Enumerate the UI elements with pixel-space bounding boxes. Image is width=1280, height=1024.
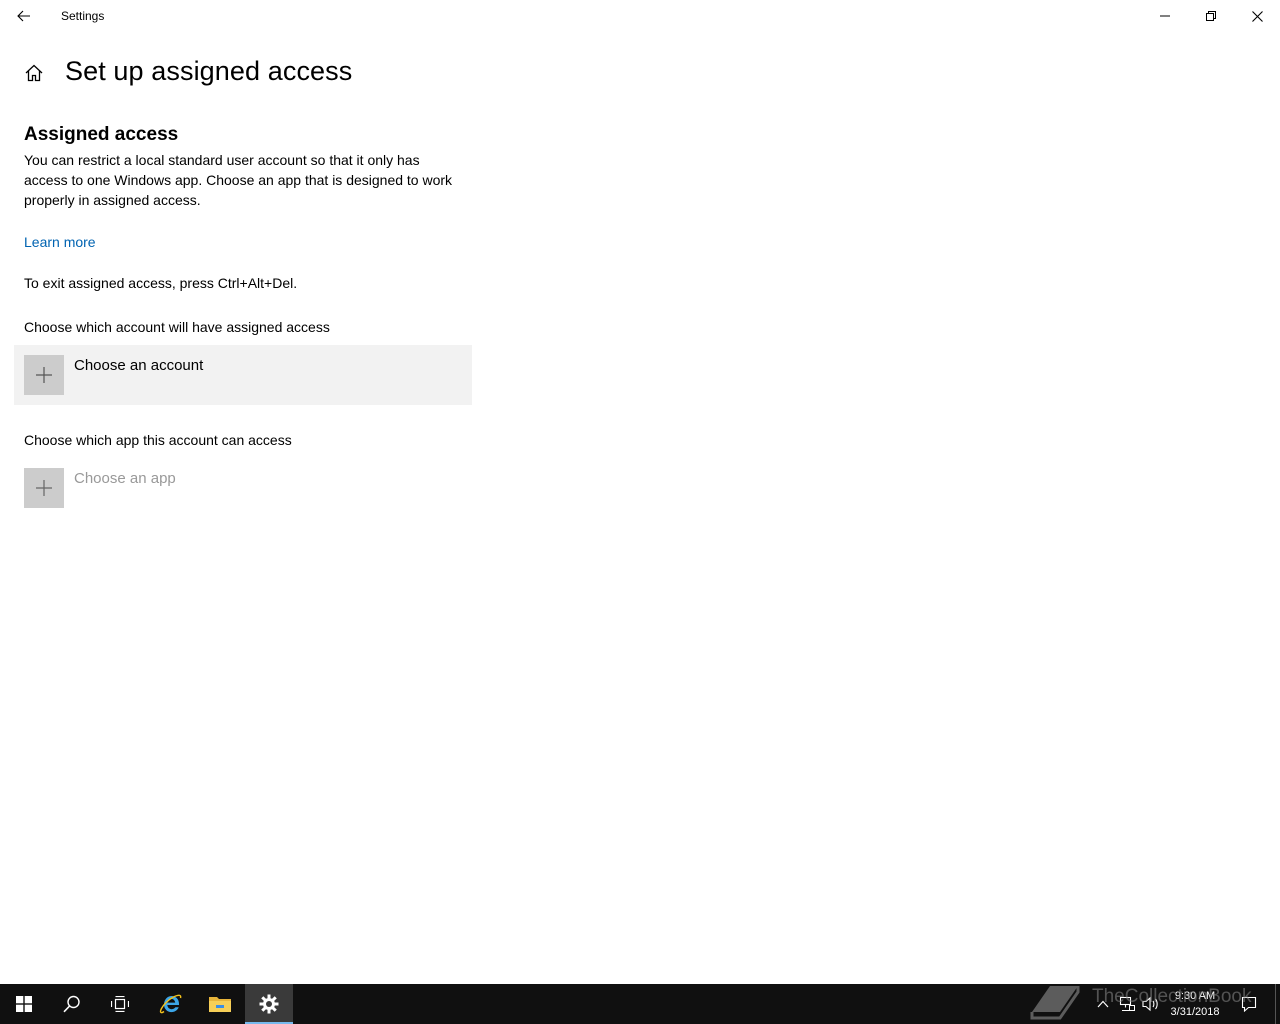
choose-app-button[interactable]: Choose an app — [14, 458, 472, 518]
taskbar-file-explorer[interactable] — [196, 984, 244, 1024]
exit-instructions: To exit assigned access, press Ctrl+Alt+… — [24, 275, 298, 291]
minimize-button[interactable] — [1142, 0, 1188, 32]
page-title: Set up assigned access — [65, 56, 353, 86]
network-button[interactable] — [1116, 984, 1138, 1024]
restore-icon — [1206, 11, 1216, 21]
back-button[interactable] — [0, 0, 48, 32]
show-desktop-button[interactable] — [1275, 984, 1276, 1024]
task-view-button[interactable] — [96, 984, 144, 1024]
clock-date: 3/31/2018 — [1170, 1006, 1220, 1018]
search-button[interactable] — [48, 984, 96, 1024]
chevron-up-icon — [1097, 1000, 1109, 1008]
plus-icon — [36, 367, 52, 383]
add-account-tile — [24, 355, 64, 395]
taskbar-settings[interactable] — [245, 984, 293, 1024]
add-app-tile — [24, 468, 64, 508]
notification-icon — [1241, 996, 1257, 1012]
section-title: Assigned access — [24, 124, 179, 145]
choose-app-label: Choose an app — [74, 470, 176, 487]
learn-more-link[interactable]: Learn more — [24, 234, 96, 250]
restore-button[interactable] — [1188, 0, 1234, 32]
network-icon — [1119, 996, 1135, 1012]
window-title: Settings — [61, 9, 105, 23]
system-clock[interactable]: 9:30 AM 3/31/2018 — [1164, 988, 1226, 1020]
title-bar: Settings — [0, 0, 1280, 32]
speaker-icon — [1142, 996, 1158, 1012]
app-label: Choose which app this account can access — [24, 432, 292, 448]
action-center-button[interactable] — [1234, 984, 1264, 1024]
taskbar-internet-explorer[interactable] — [147, 984, 195, 1024]
show-hidden-icons-button[interactable] — [1092, 984, 1114, 1024]
close-icon — [1251, 10, 1263, 22]
account-label: Choose which account will have assigned … — [24, 319, 330, 335]
search-icon — [63, 995, 80, 1013]
close-button[interactable] — [1234, 0, 1280, 32]
task-view-icon — [111, 996, 129, 1012]
volume-button[interactable] — [1140, 984, 1162, 1024]
start-button[interactable] — [0, 984, 48, 1024]
folder-icon — [209, 997, 231, 1012]
windows-logo-icon — [16, 996, 32, 1012]
home-icon — [25, 64, 43, 82]
clock-time: 9:30 AM — [1174, 990, 1216, 1002]
home-button[interactable] — [22, 61, 46, 85]
description-text: You can restrict a local standard user a… — [24, 152, 453, 208]
plus-icon — [36, 480, 52, 496]
internet-explorer-icon — [159, 994, 182, 1014]
minimize-icon — [1160, 15, 1170, 17]
gear-icon — [259, 994, 279, 1014]
choose-account-label: Choose an account — [74, 357, 204, 374]
choose-account-button[interactable]: Choose an account — [14, 345, 472, 405]
arrow-left-icon — [17, 10, 30, 22]
taskbar: 9:30 AM 3/31/2018 — [0, 984, 1280, 1024]
